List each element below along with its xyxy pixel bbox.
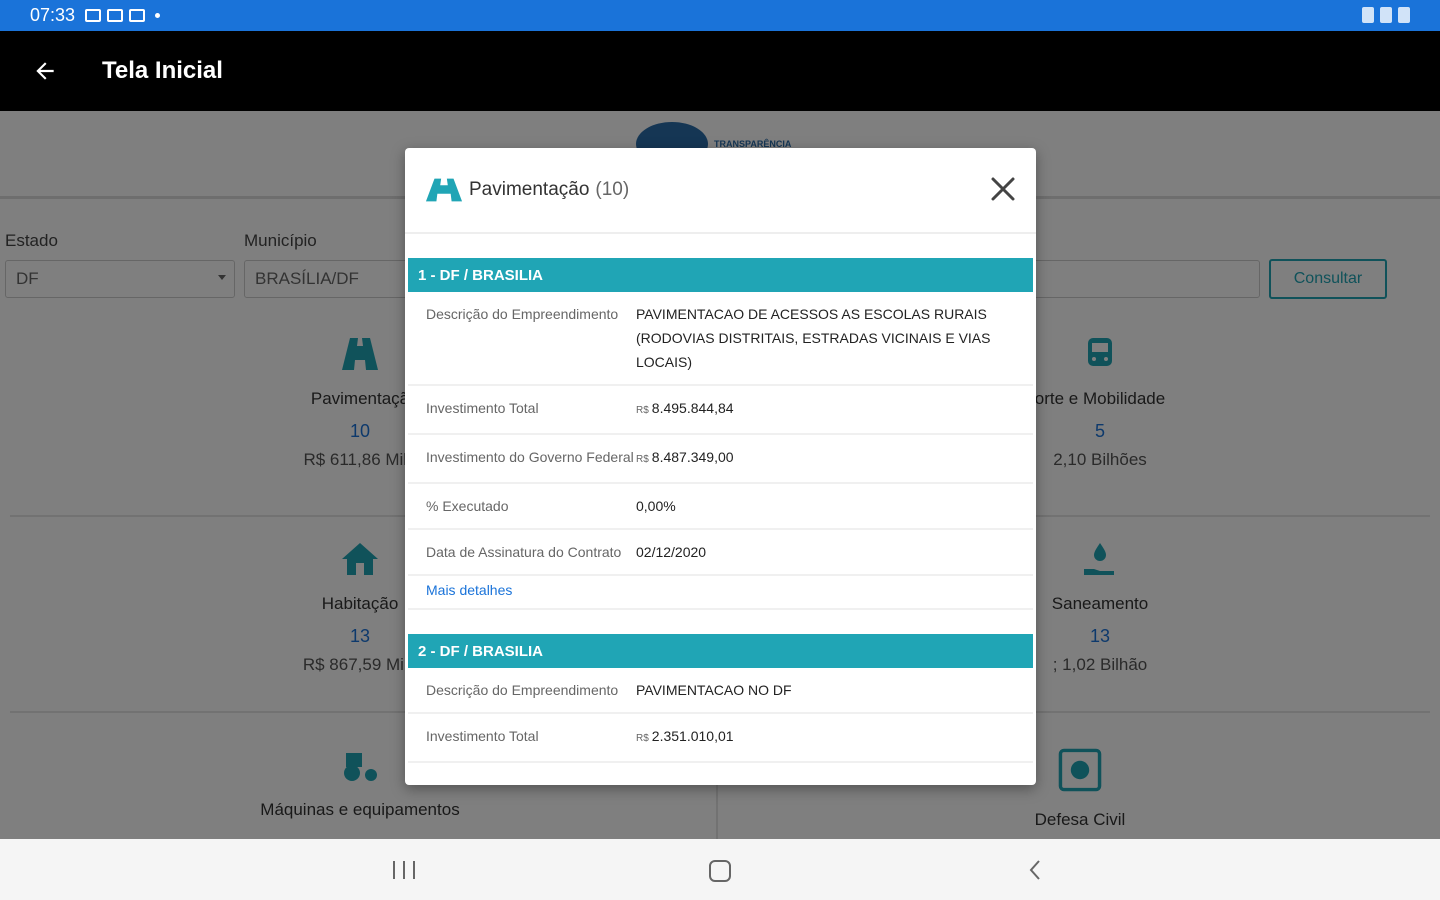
- page-title: Tela Inicial: [102, 57, 223, 84]
- table-row: Descrição do Empreendimento PAVIMENTACAO…: [408, 668, 1033, 714]
- signal-icon: [1380, 7, 1392, 23]
- currency-symbol: R$: [636, 733, 649, 744]
- pavimentacao-dialog: Pavimentação (10) 1 - DF / BRASILIA Desc…: [405, 148, 1036, 785]
- section-header: 1 - DF / BRASILIA: [408, 258, 1033, 292]
- table-row: Investimento Total R$ 2.351.010,01: [408, 714, 1033, 763]
- table-row: Descrição do Empreendimento PAVIMENTACAO…: [408, 292, 1033, 386]
- table-row: Investimento Total R$ 8.495.844,84: [408, 386, 1033, 435]
- table-row: % Executado 0,00%: [408, 484, 1033, 530]
- status-time: 07:33: [30, 5, 76, 25]
- back-button[interactable]: [0, 31, 90, 111]
- currency-symbol: R$: [636, 454, 649, 465]
- dialog-count: (10): [595, 179, 630, 200]
- section-header: 2 - DF / BRASILIA: [408, 634, 1033, 668]
- dialog-header: Pavimentação (10): [405, 148, 1036, 234]
- recents-button[interactable]: [393, 861, 415, 879]
- recents-icon: [393, 861, 395, 879]
- video-notification-icon: [129, 9, 146, 22]
- status-bar: 07:33: [0, 0, 1440, 31]
- currency-symbol: R$: [636, 405, 649, 416]
- road-icon: [425, 178, 463, 202]
- arrow-left-icon: [36, 62, 54, 80]
- youtube-notification-icon: [107, 9, 124, 22]
- table-row: Data de Assinatura do Contrato 02/12/202…: [408, 530, 1033, 576]
- home-button[interactable]: [709, 860, 731, 882]
- battery-icon: [1398, 7, 1410, 23]
- wifi-icon: [1362, 7, 1374, 23]
- close-icon[interactable]: [988, 174, 1018, 204]
- table-row: Investimento do Governo Federal R$ 8.487.…: [408, 435, 1033, 484]
- app-bar: Tela Inicial: [0, 31, 1440, 111]
- back-nav-button[interactable]: [1027, 858, 1043, 882]
- dialog-title: Pavimentação: [469, 179, 590, 200]
- mais-detalhes-link[interactable]: Mais detalhes: [408, 576, 1033, 610]
- system-status-icons: [1362, 7, 1410, 23]
- more-notifications-icon: [155, 13, 161, 18]
- gallery-notification-icon: [85, 9, 102, 22]
- system-nav-bar: [0, 839, 1440, 900]
- dialog-body: 1 - DF / BRASILIA Descrição do Empreendi…: [408, 258, 1033, 763]
